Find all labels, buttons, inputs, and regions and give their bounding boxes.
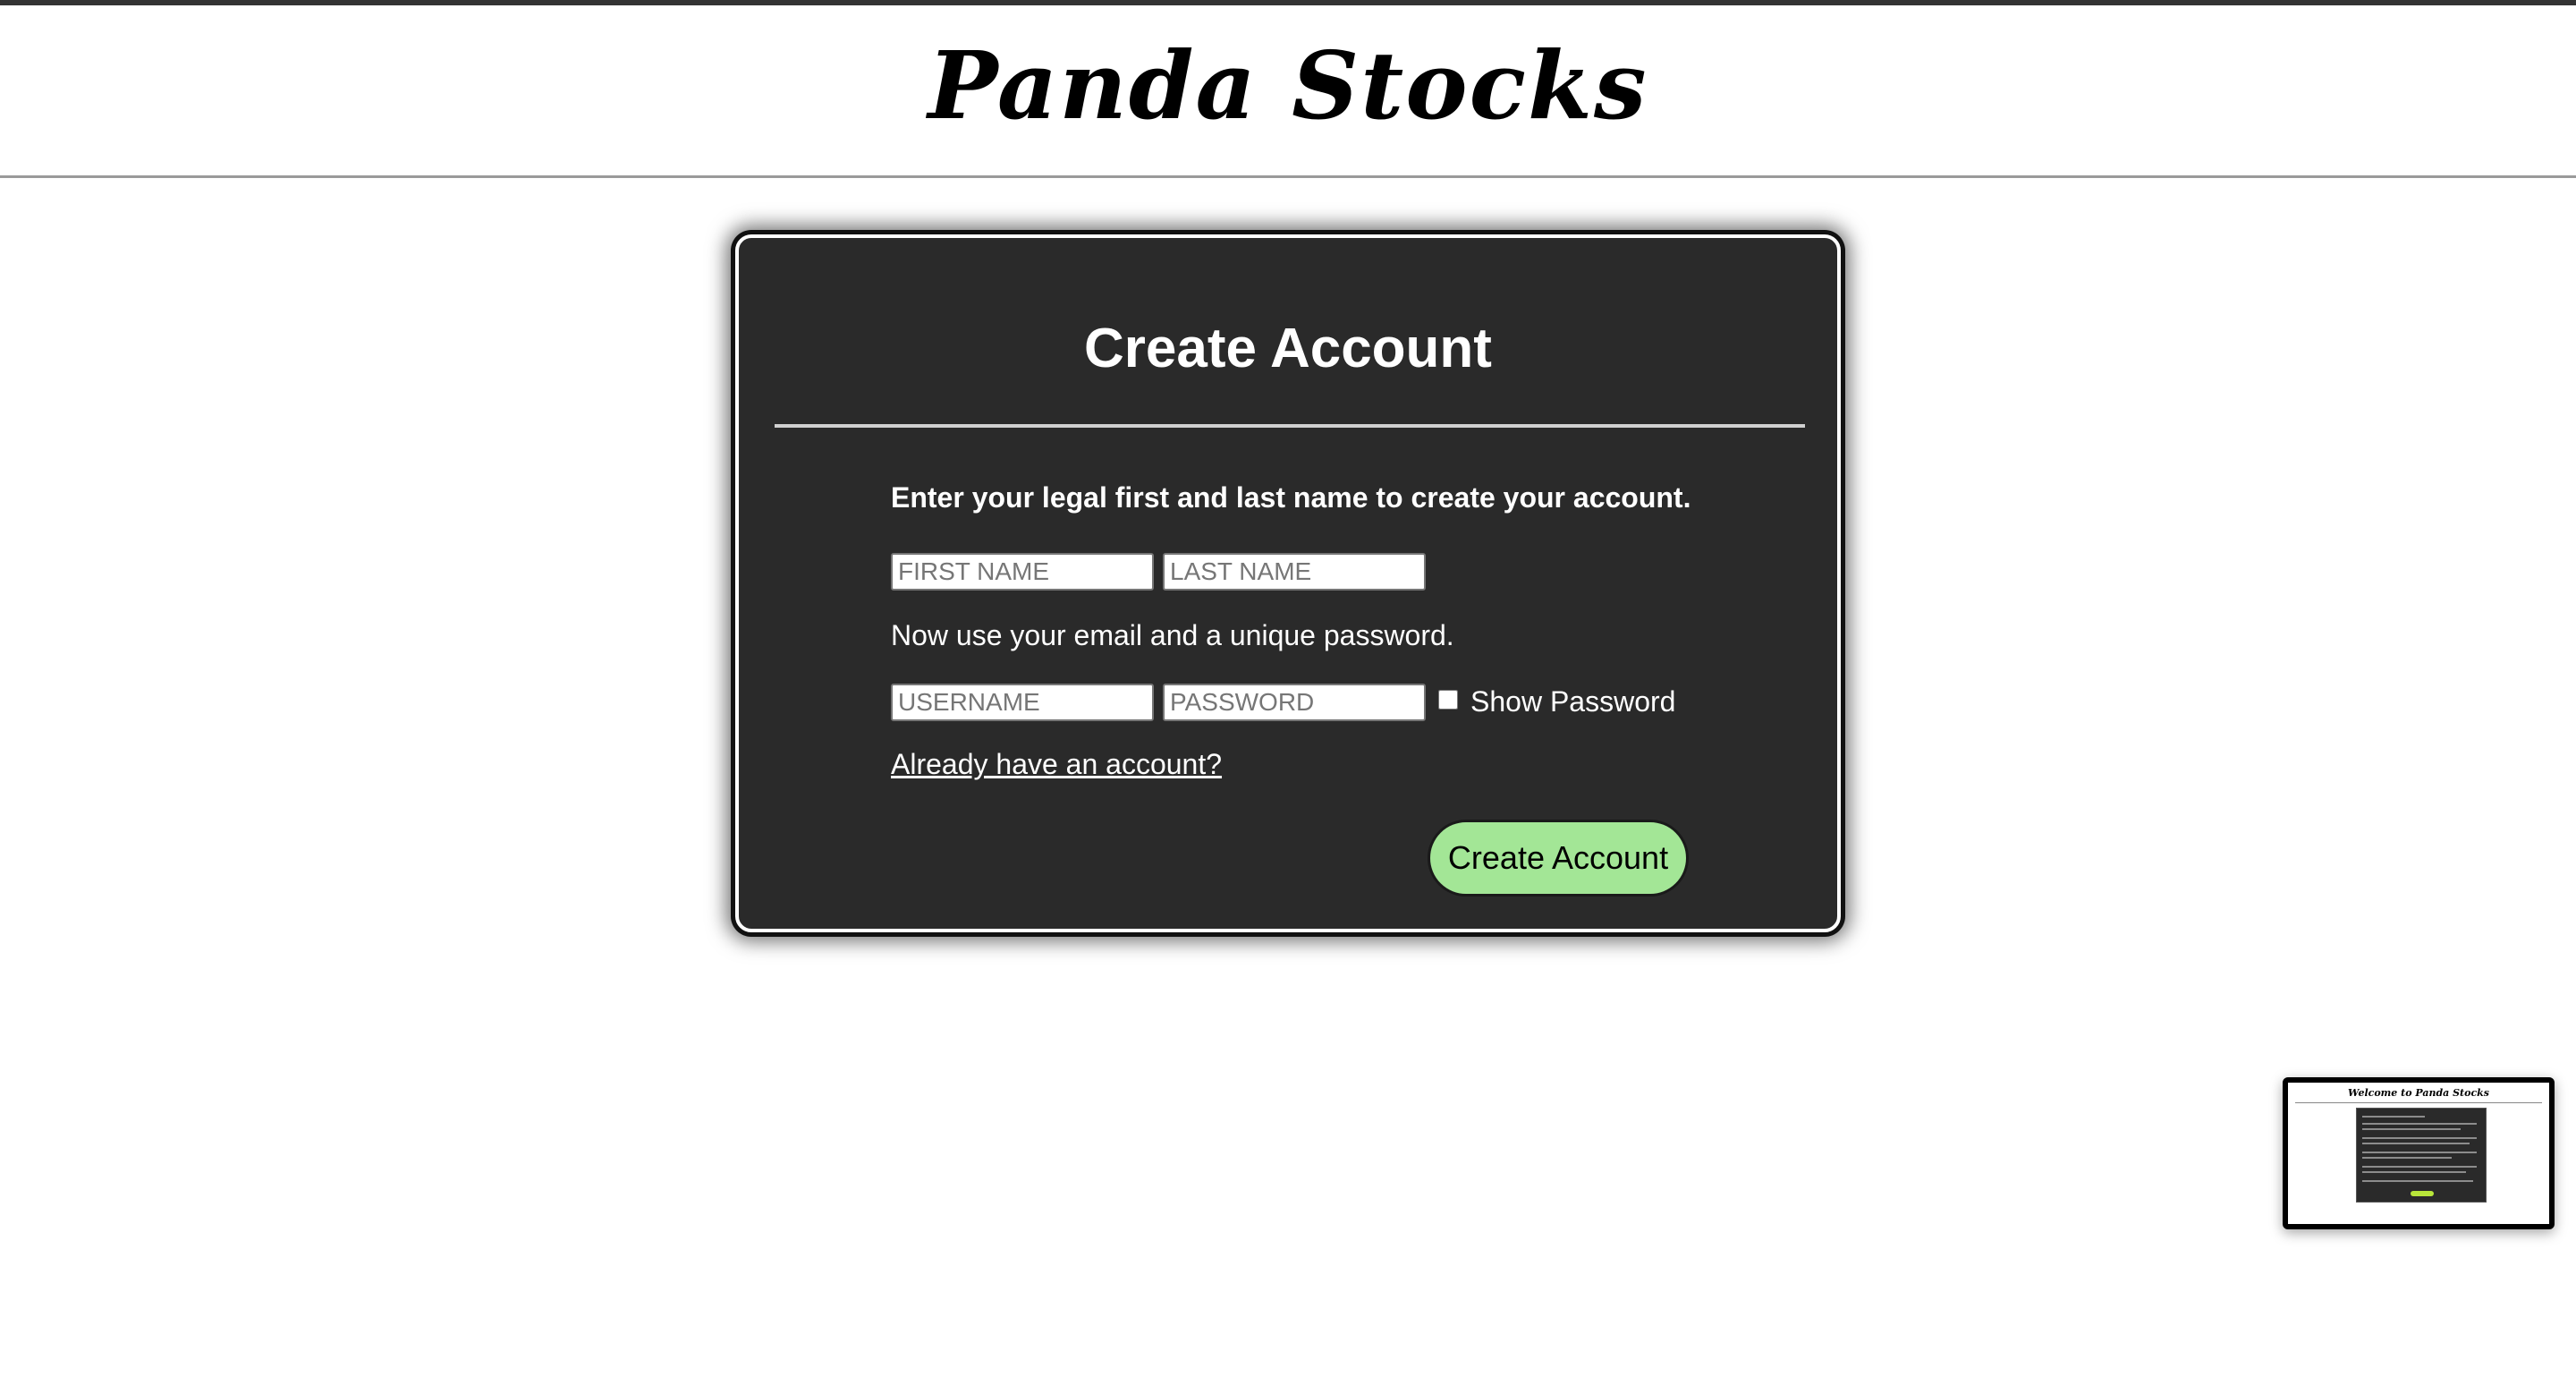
preview-text-line [2362,1152,2477,1153]
site-header: Panda Stocks [0,5,2576,175]
preview-text-line [2362,1171,2466,1173]
preview-text-line [2362,1166,2477,1168]
preview-card [2356,1108,2487,1203]
first-name-input[interactable] [891,553,1154,591]
preview-text-line [2362,1137,2477,1139]
site-title: Panda Stocks [928,30,1648,140]
name-instruction: Enter your legal first and last name to … [891,481,1691,514]
create-account-button[interactable]: Create Account [1428,820,1689,897]
credentials-instruction: Now use your email and a unique password… [891,619,1454,651]
show-password-checkbox[interactable] [1438,690,1458,710]
welcome-page-preview-thumbnail[interactable]: Welcome to Panda Stocks [2283,1077,2555,1229]
preview-text-line [2362,1128,2461,1130]
card-divider [775,424,1805,428]
preview-text-line [2362,1157,2452,1159]
last-name-input[interactable] [1163,553,1426,591]
header-divider [0,175,2576,178]
preview-title: Welcome to Panda Stocks [2347,1087,2489,1099]
username-input[interactable] [891,684,1154,721]
show-password-toggle[interactable]: Show Password [1438,682,1675,721]
preview-text-line [2362,1116,2425,1118]
already-have-account-link[interactable]: Already have an account? [891,746,1222,782]
card-title: Create Account [1084,318,1492,379]
preview-text-line [2362,1143,2470,1144]
preview-text-line [2362,1180,2473,1182]
show-password-label: Show Password [1470,684,1676,718]
password-input[interactable] [1163,684,1426,721]
preview-button [2411,1191,2434,1196]
create-account-card: Create Account Enter your legal first an… [735,234,1841,932]
preview-divider [2295,1102,2542,1103]
preview-text-line [2362,1123,2477,1125]
